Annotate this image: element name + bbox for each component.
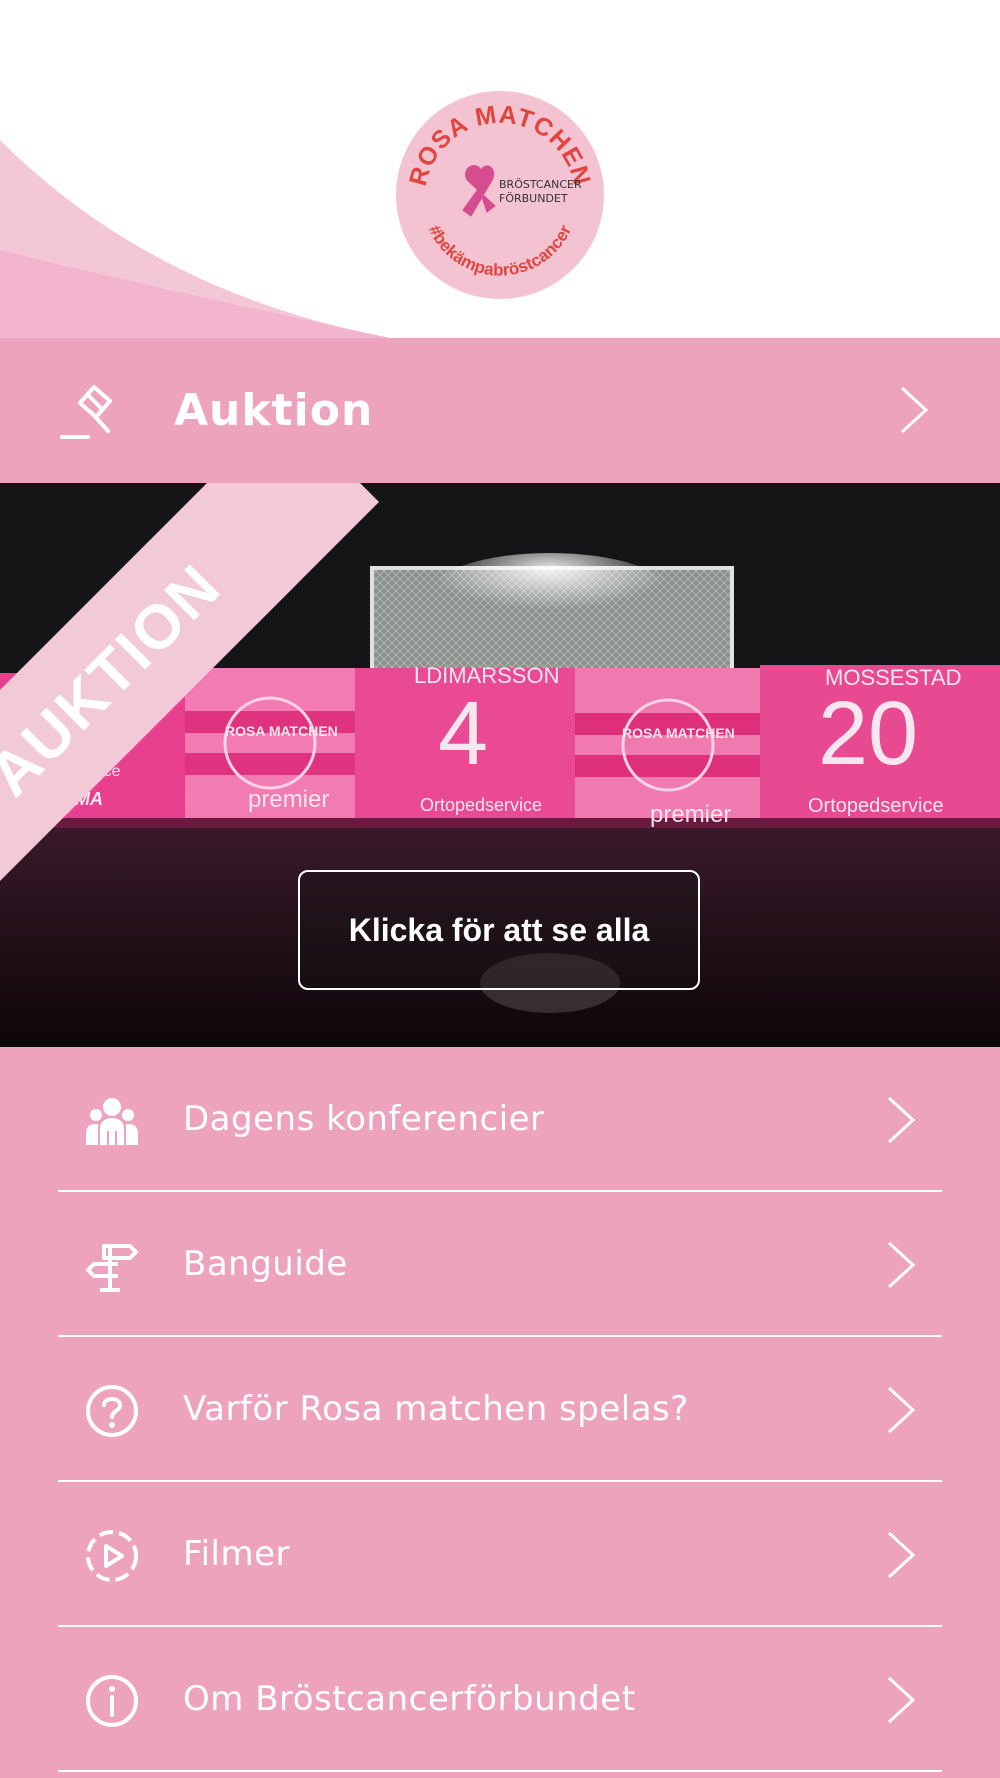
jersey-number-right: 20 <box>818 684 919 784</box>
chevron-right-icon <box>887 1241 916 1289</box>
see-all-button[interactable]: Klicka för att se alla <box>298 870 700 990</box>
menu-item-label: Om Bröstcancerförbundet <box>183 1679 636 1719</box>
menu-item-label: Banguide <box>183 1244 348 1284</box>
menu-item-varfor[interactable]: Varför Rosa matchen spelas? <box>0 1337 1000 1482</box>
auktion-row[interactable]: Auktion <box>0 338 1000 483</box>
menu-item-label: Dagens konferencier <box>183 1099 545 1139</box>
info-circle-icon <box>86 1675 138 1727</box>
jersey-sponsor-ortoped-1: Ortopedservice <box>420 795 543 815</box>
menu-item-om[interactable]: Om Bröstcancerförbundet <box>0 1627 1000 1772</box>
menu-divider <box>58 1770 942 1772</box>
menu-list: Dagens konferencier Banguide Varför Rosa… <box>0 1047 1000 1772</box>
auktion-title: Auktion <box>174 385 374 436</box>
menu-item-label: Filmer <box>183 1534 290 1574</box>
gavel-icon <box>60 385 112 439</box>
jersey-number-left: 4 <box>438 684 489 784</box>
jersey-club-text-1: ROSA MATCHEN <box>225 723 338 739</box>
menu-item-label: Varför Rosa matchen spelas? <box>183 1389 689 1429</box>
chevron-right-icon <box>887 1676 916 1724</box>
jersey-sponsor-premier-2: premier <box>650 801 732 828</box>
app-header: ROSA MATCHEN BRÖSTCANCER FÖRBUNDET #bekä… <box>0 0 1000 338</box>
auction-banner[interactable]: LDIMARSSON 4 MOSSESTAD 20 ROSA MATCHEN R… <box>0 483 1000 1047</box>
jersey-club-text-2: ROSA MATCHEN <box>622 725 735 741</box>
people-icon <box>86 1098 138 1145</box>
menu-item-filmer[interactable]: Filmer <box>0 1482 1000 1627</box>
menu-item-banguide[interactable]: Banguide <box>0 1192 1000 1337</box>
play-circle-icon <box>86 1530 138 1582</box>
logo-org-line1: BRÖSTCANCER <box>499 178 582 191</box>
jersey-sponsor-ortoped-2: Ortopedservice <box>808 795 944 817</box>
menu-item-konferencier[interactable]: Dagens konferencier <box>0 1047 1000 1192</box>
rosa-matchen-logo: ROSA MATCHEN BRÖSTCANCER FÖRBUNDET #bekä… <box>395 90 605 300</box>
chevron-right-icon <box>887 1531 916 1579</box>
jersey-sponsor-premier-1: premier <box>248 786 330 813</box>
signpost-icon <box>86 1244 138 1292</box>
question-circle-icon <box>86 1385 138 1437</box>
chevron-right-icon <box>887 1386 916 1434</box>
chevron-right-icon <box>887 1096 916 1144</box>
logo-org-line2: FÖRBUNDET <box>499 192 568 205</box>
chevron-right-icon <box>900 386 929 434</box>
